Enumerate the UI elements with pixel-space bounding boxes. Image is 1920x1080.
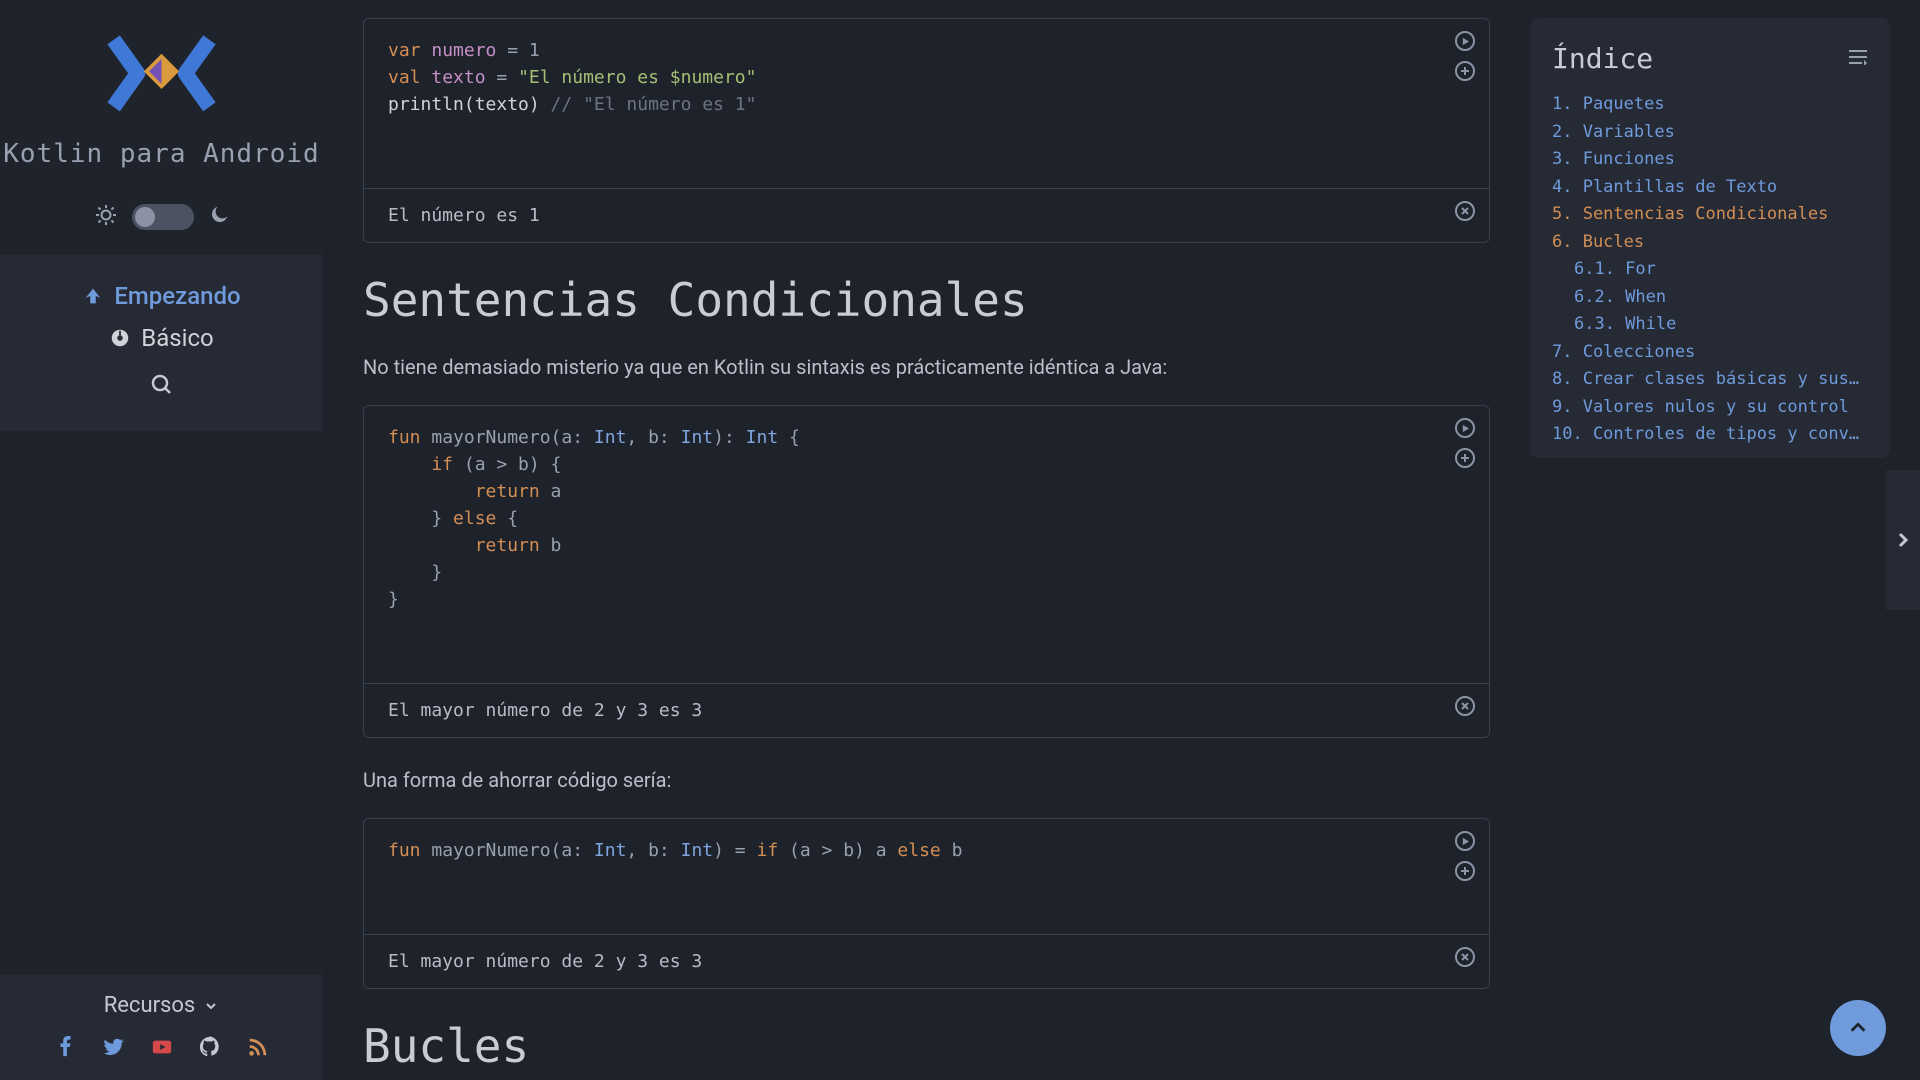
- code-block-numero: var numero = 1 val texto = "El número es…: [363, 18, 1490, 243]
- toc-item-paquetes[interactable]: 1. Paquetes: [1552, 91, 1868, 119]
- site-title: Kotlin para Android: [3, 139, 319, 169]
- nav-label: Empezando: [114, 282, 240, 310]
- theme-toggle[interactable]: [132, 204, 194, 230]
- toc-item-bucles[interactable]: 6. Bucles: [1552, 229, 1868, 257]
- right-arrow-tab[interactable]: [1886, 470, 1920, 610]
- chevron-right-icon: [1897, 531, 1909, 549]
- code-output: El número es 1: [364, 188, 1489, 242]
- close-icon[interactable]: [1455, 201, 1475, 221]
- search-icon: [150, 373, 174, 397]
- toc-panel: Índice 1. Paquetes 2. Variables 3. Funci…: [1530, 18, 1890, 458]
- expand-icon[interactable]: [1455, 448, 1475, 468]
- toc-item-while[interactable]: 6.3. While: [1552, 311, 1868, 339]
- code-output: El mayor número de 2 y 3 es 3: [364, 683, 1489, 737]
- moon-icon: [208, 204, 230, 230]
- social-links: [0, 1036, 323, 1080]
- output-actions: [1455, 947, 1475, 967]
- resources-label: Recursos: [104, 993, 196, 1018]
- heading-bucles: Bucles: [363, 1019, 1490, 1073]
- rss-icon[interactable]: [247, 1036, 269, 1058]
- nav-label: Básico: [141, 324, 213, 352]
- para-short: Una forma de ahorrar código sería:: [363, 768, 1490, 792]
- code-source: var numero = 1 val texto = "El número es…: [364, 19, 1489, 188]
- output-actions: [1455, 201, 1475, 221]
- toc-item-tipos[interactable]: 10. Controles de tipos y conversiones: [1552, 421, 1868, 449]
- site-logo[interactable]: [104, 35, 219, 115]
- code-output: El mayor número de 2 y 3 es 3: [364, 934, 1489, 988]
- sidebar-footer: Recursos: [0, 975, 323, 1080]
- sun-icon: [94, 203, 118, 231]
- output-text: El mayor número de 2 y 3 es 3: [388, 700, 702, 721]
- expand-icon[interactable]: [1455, 861, 1475, 881]
- chevron-down-icon: [203, 998, 219, 1014]
- search-button[interactable]: [0, 359, 323, 411]
- code-actions: [1455, 831, 1475, 881]
- nav-block: Empezando Básico: [0, 255, 323, 431]
- code-block-mayor1: fun mayorNumero(a: Int, b: Int): Int { i…: [363, 405, 1490, 738]
- run-icon[interactable]: [1455, 418, 1475, 438]
- nav-basico[interactable]: Básico: [0, 317, 323, 359]
- run-icon[interactable]: [1455, 31, 1475, 51]
- toc-item-funciones[interactable]: 3. Funciones: [1552, 146, 1868, 174]
- close-icon[interactable]: [1455, 947, 1475, 967]
- toc-item-clases[interactable]: 8. Crear clases básicas y sus instancias: [1552, 366, 1868, 394]
- toc-list: 1. Paquetes 2. Variables 3. Funciones 4.…: [1552, 91, 1868, 449]
- toc-item-for[interactable]: 6.1. For: [1552, 256, 1868, 284]
- toc-header: Índice: [1552, 42, 1868, 75]
- para-cond-intro: No tiene demasiado misterio ya que en Ko…: [363, 355, 1490, 379]
- heading-condicionales: Sentencias Condicionales: [363, 273, 1490, 327]
- twitter-icon[interactable]: [103, 1036, 125, 1058]
- toc-title: Índice: [1552, 42, 1653, 75]
- toc-item-nulos[interactable]: 9. Valores nulos y su control: [1552, 394, 1868, 422]
- logo-block: Kotlin para Android: [0, 0, 323, 189]
- toc-menu-icon[interactable]: [1848, 49, 1868, 69]
- code-actions: [1455, 418, 1475, 468]
- output-text: El número es 1: [388, 205, 540, 226]
- close-icon[interactable]: [1455, 696, 1475, 716]
- toc-item-variables[interactable]: 2. Variables: [1552, 119, 1868, 147]
- facebook-icon[interactable]: [55, 1036, 77, 1058]
- youtube-icon[interactable]: [151, 1036, 173, 1058]
- nav-empezando[interactable]: Empezando: [0, 275, 323, 317]
- code-source: fun mayorNumero(a: Int, b: Int) = if (a …: [364, 819, 1489, 934]
- output-actions: [1455, 696, 1475, 716]
- theme-toggle-row: [0, 189, 323, 255]
- chevron-up-icon: [1847, 1017, 1869, 1039]
- toc-item-colecciones[interactable]: 7. Colecciones: [1552, 339, 1868, 367]
- resources-dropdown[interactable]: Recursos: [0, 975, 323, 1036]
- github-icon[interactable]: [199, 1036, 221, 1058]
- code-source: fun mayorNumero(a: Int, b: Int): Int { i…: [364, 406, 1489, 683]
- expand-icon[interactable]: [1455, 61, 1475, 81]
- sidebar: Kotlin para Android Empezando Básico Rec…: [0, 0, 323, 1080]
- code-block-mayor2: fun mayorNumero(a: Int, b: Int) = if (a …: [363, 818, 1490, 989]
- toc-item-condicionales[interactable]: 5. Sentencias Condicionales: [1552, 201, 1868, 229]
- toc-item-when[interactable]: 6.2. When: [1552, 284, 1868, 312]
- output-text: El mayor número de 2 y 3 es 3: [388, 951, 702, 972]
- scroll-top-button[interactable]: [1830, 1000, 1886, 1056]
- code-actions: [1455, 31, 1475, 81]
- main-content: var numero = 1 val texto = "El número es…: [323, 0, 1530, 1080]
- run-icon[interactable]: [1455, 831, 1475, 851]
- toc-item-plantillas[interactable]: 4. Plantillas de Texto: [1552, 174, 1868, 202]
